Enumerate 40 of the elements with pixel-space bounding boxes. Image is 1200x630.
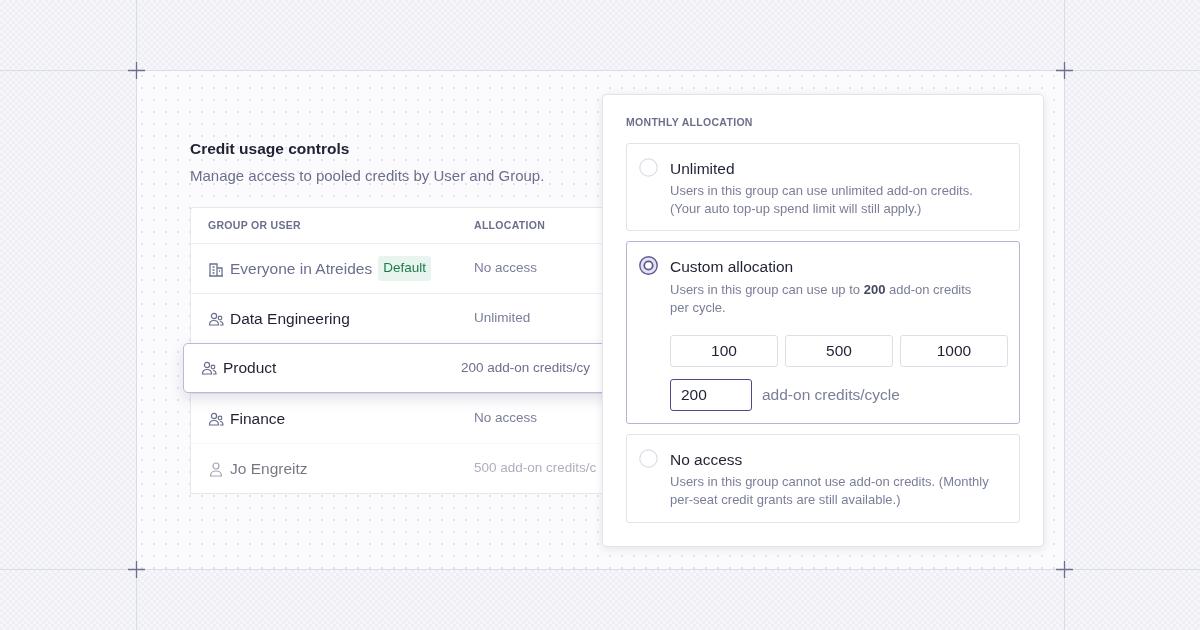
people-icon bbox=[208, 310, 224, 327]
column-header: GROUP OR USER bbox=[208, 217, 301, 233]
row-name: Data Engineering bbox=[230, 308, 350, 329]
table-row[interactable]: Jo Engreitz 500 add-on credits/c bbox=[191, 443, 602, 494]
row-name: Product bbox=[223, 358, 277, 379]
person-icon bbox=[208, 460, 224, 477]
option-description: Users in this group cannot use add-on credits. (Monthly per-seat credit grants are still available.) bbox=[670, 473, 990, 510]
allocation-text: Unlimited bbox=[474, 309, 531, 328]
radio-button[interactable] bbox=[639, 256, 658, 276]
popover-heading: MONTHLY ALLOCATION bbox=[626, 115, 754, 130]
crosshair-mark bbox=[1056, 561, 1073, 578]
preset-button[interactable]: 500 bbox=[785, 335, 893, 367]
table-row[interactable]: Finance No access bbox=[191, 393, 602, 444]
option-description: Users in this group can use unlimited add-on credits. (Your auto top-up spend limit will still apply.) bbox=[670, 182, 974, 219]
section-subtitle: Manage access to pooled credits by User and Group. bbox=[190, 165, 546, 186]
option-label: No access bbox=[670, 450, 744, 470]
allocation-text: No access bbox=[474, 259, 538, 278]
unit-label: add-on credits/cycle bbox=[762, 385, 900, 406]
amount-field[interactable]: 200 bbox=[670, 379, 752, 411]
crosshair-mark bbox=[1056, 62, 1073, 79]
section-title: Credit usage controls bbox=[190, 140, 351, 159]
option-description: Users in this group can use up to 200 add-on credits per cycle. bbox=[670, 280, 973, 317]
building-icon bbox=[208, 260, 224, 277]
option-label: Custom allocation bbox=[670, 257, 795, 278]
people-icon bbox=[208, 410, 224, 427]
row-name: Jo Engreitz bbox=[230, 458, 308, 479]
allocation-text: No access bbox=[474, 409, 538, 428]
option-label: Unlimited bbox=[670, 158, 736, 179]
default-tag: Default bbox=[378, 256, 431, 281]
preset-button[interactable]: 100 bbox=[670, 335, 778, 367]
crosshair-mark bbox=[128, 561, 145, 578]
table-row[interactable]: Everyone in Atreides Default No access bbox=[191, 243, 602, 294]
allocation-text: 500 add-on credits/c bbox=[474, 459, 597, 478]
preset-button[interactable]: 1000 bbox=[900, 335, 1008, 367]
people-icon bbox=[201, 360, 217, 377]
allocation-text: 200 add-on credits/cy bbox=[461, 358, 591, 377]
row-name: Finance bbox=[230, 408, 286, 429]
row-name: Everyone in Atreides bbox=[230, 258, 373, 279]
crosshair-mark bbox=[128, 62, 145, 79]
column-header: ALLOCATION bbox=[474, 217, 546, 233]
